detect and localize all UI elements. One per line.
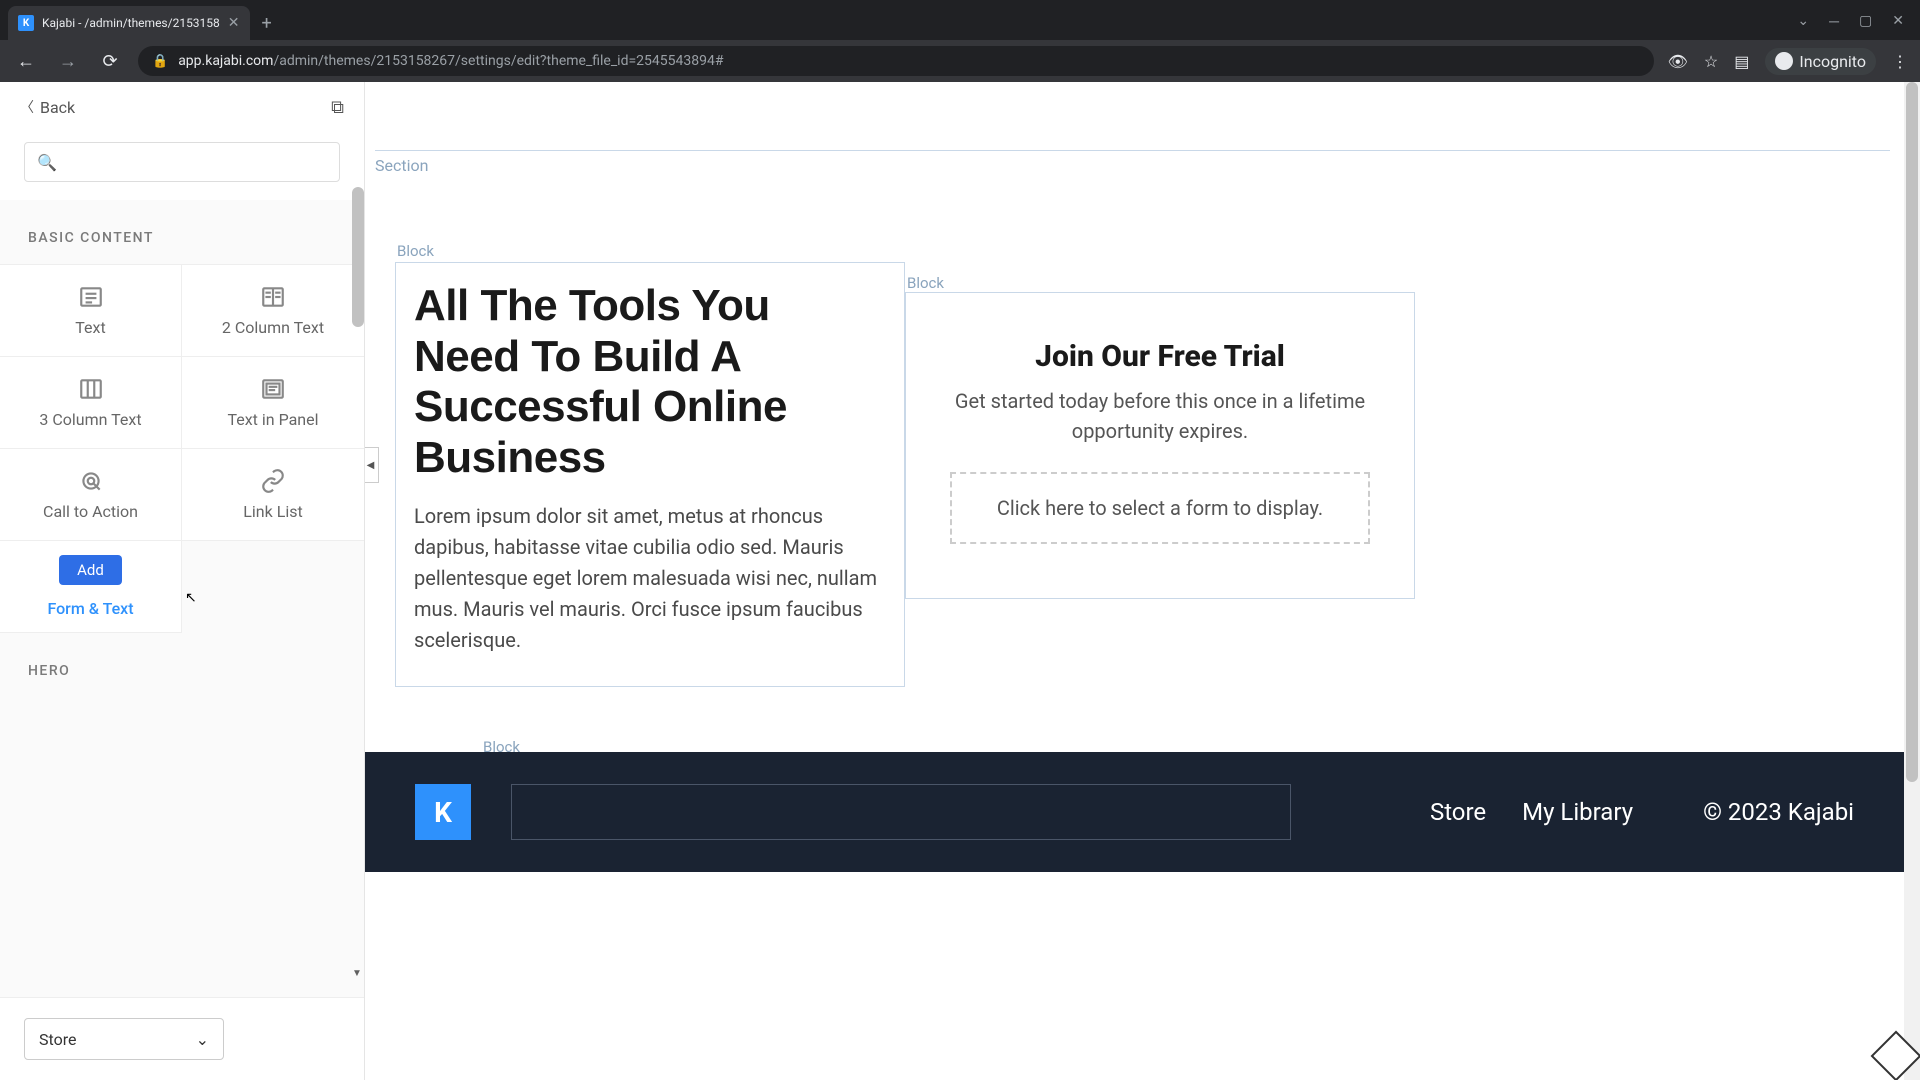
chevron-left-icon: 〈 [20, 97, 34, 117]
text-panel-icon [260, 376, 286, 402]
incognito-icon [1775, 52, 1793, 70]
block-option-link-list[interactable]: Link List [182, 449, 364, 541]
close-tab-icon[interactable]: ✕ [228, 15, 240, 31]
collapse-sidebar-toggle[interactable]: ◀ [365, 447, 379, 483]
forward-nav-icon[interactable]: → [54, 51, 82, 72]
sidebar-scroll-down-icon[interactable]: ▼ [350, 966, 364, 980]
add-button[interactable]: Add [59, 555, 122, 585]
address-bar: ← → ⟳ 🔒 app.kajabi.com/admin/themes/2153… [0, 40, 1920, 82]
back-label: Back [40, 98, 75, 117]
window-controls: ⌄ ─ ▢ ✕ [1797, 13, 1920, 40]
footer-link-store[interactable]: Store [1430, 798, 1486, 826]
incognito-badge[interactable]: Incognito [1765, 48, 1876, 75]
reload-icon[interactable]: ⟳ [96, 51, 124, 72]
menu-icon[interactable]: ⋮ [1892, 52, 1908, 71]
link-icon [260, 468, 286, 494]
section-heading-hero: HERO [0, 633, 364, 697]
section-outline[interactable] [375, 150, 1890, 151]
block-option-text[interactable]: Text [0, 265, 182, 357]
section-label: Section [375, 156, 428, 175]
minimize-icon[interactable]: ─ [1829, 13, 1839, 30]
block-option-call-to-action[interactable]: Call to Action [0, 449, 182, 541]
chevron-down-icon: ⌄ [196, 1030, 209, 1049]
two-column-icon [260, 284, 286, 310]
block-option-3-column-text[interactable]: 3 Column Text [0, 357, 182, 449]
block-option-2-column-text[interactable]: 2 Column Text [182, 265, 364, 357]
preview-canvas: ◀ Section Block All The Tools You Need T… [365, 82, 1920, 1080]
form-block-heading: Join Our Free Trial [950, 339, 1370, 374]
block-heading: All The Tools You Need To Build A Succes… [414, 281, 886, 483]
three-column-icon [78, 376, 104, 402]
cta-icon [78, 468, 104, 494]
kajabi-logo-icon: K [434, 796, 452, 829]
canvas-scrollbar-track[interactable] [1904, 82, 1920, 1080]
browser-tab[interactable]: K Kajabi - /admin/themes/2153158 ✕ [8, 6, 250, 40]
editor-sidebar: 〈 Back ⧉ 🔍 BASIC CONTENT Text [0, 82, 365, 1080]
sidebar-scrollbar-thumb[interactable] [352, 187, 364, 327]
canvas-scrollbar-thumb[interactable] [1906, 82, 1918, 782]
maximize-icon[interactable]: ▢ [1859, 13, 1872, 30]
browser-tab-strip: K Kajabi - /admin/themes/2153158 ✕ + ⌄ ─… [0, 0, 1920, 40]
back-nav-icon[interactable]: ← [12, 51, 40, 72]
search-input[interactable]: 🔍 [24, 142, 340, 182]
footer-link-library[interactable]: My Library [1522, 798, 1633, 826]
search-icon: 🔍 [37, 153, 57, 172]
lock-icon: 🔒 [152, 54, 168, 69]
form-placeholder[interactable]: Click here to select a form to display. [950, 472, 1370, 544]
block-label-footer: Block [483, 738, 520, 756]
empty-cell [182, 541, 364, 633]
page-selector[interactable]: Store ⌄ [24, 1018, 224, 1060]
block-option-text-in-panel[interactable]: Text in Panel [182, 357, 364, 449]
block-label-1: Block [397, 242, 434, 260]
text-block-icon [78, 284, 104, 310]
footer-section[interactable]: Block K Store My Library © 2023 Kajabi [365, 752, 1904, 872]
tab-search-icon[interactable]: ⌄ [1797, 13, 1809, 30]
text-block[interactable]: All The Tools You Need To Build A Succes… [395, 262, 905, 687]
url-input[interactable]: 🔒 app.kajabi.com/admin/themes/2153158267… [138, 46, 1654, 76]
footer-logo[interactable]: K [415, 784, 471, 840]
section-heading-basic-content: BASIC CONTENT [0, 200, 364, 264]
back-button[interactable]: 〈 Back [20, 97, 75, 117]
tab-title: Kajabi - /admin/themes/2153158 [42, 16, 220, 30]
block-option-form-text[interactable]: Add Form & Text [0, 541, 182, 633]
footer-nav-block[interactable] [511, 784, 1291, 840]
new-tab-button[interactable]: + [262, 13, 272, 34]
bookmark-icon[interactable]: ☆ [1704, 52, 1718, 71]
side-panel-icon[interactable]: ▤ [1734, 52, 1749, 71]
close-window-icon[interactable]: ✕ [1892, 13, 1904, 30]
form-block-body: Get started today before this once in a … [950, 386, 1370, 446]
url-text: app.kajabi.com/admin/themes/2153158267/s… [178, 53, 723, 69]
footer-copyright: © 2023 Kajabi [1703, 798, 1854, 826]
block-body: Lorem ipsum dolor sit amet, metus at rho… [414, 501, 886, 656]
form-text-block[interactable]: Join Our Free Trial Get started today be… [905, 292, 1415, 599]
block-label-2: Block [907, 274, 944, 292]
open-external-icon[interactable]: ⧉ [331, 97, 344, 118]
kajabi-favicon-icon: K [18, 15, 34, 31]
tracking-icon[interactable]: 👁 [1668, 52, 1688, 71]
